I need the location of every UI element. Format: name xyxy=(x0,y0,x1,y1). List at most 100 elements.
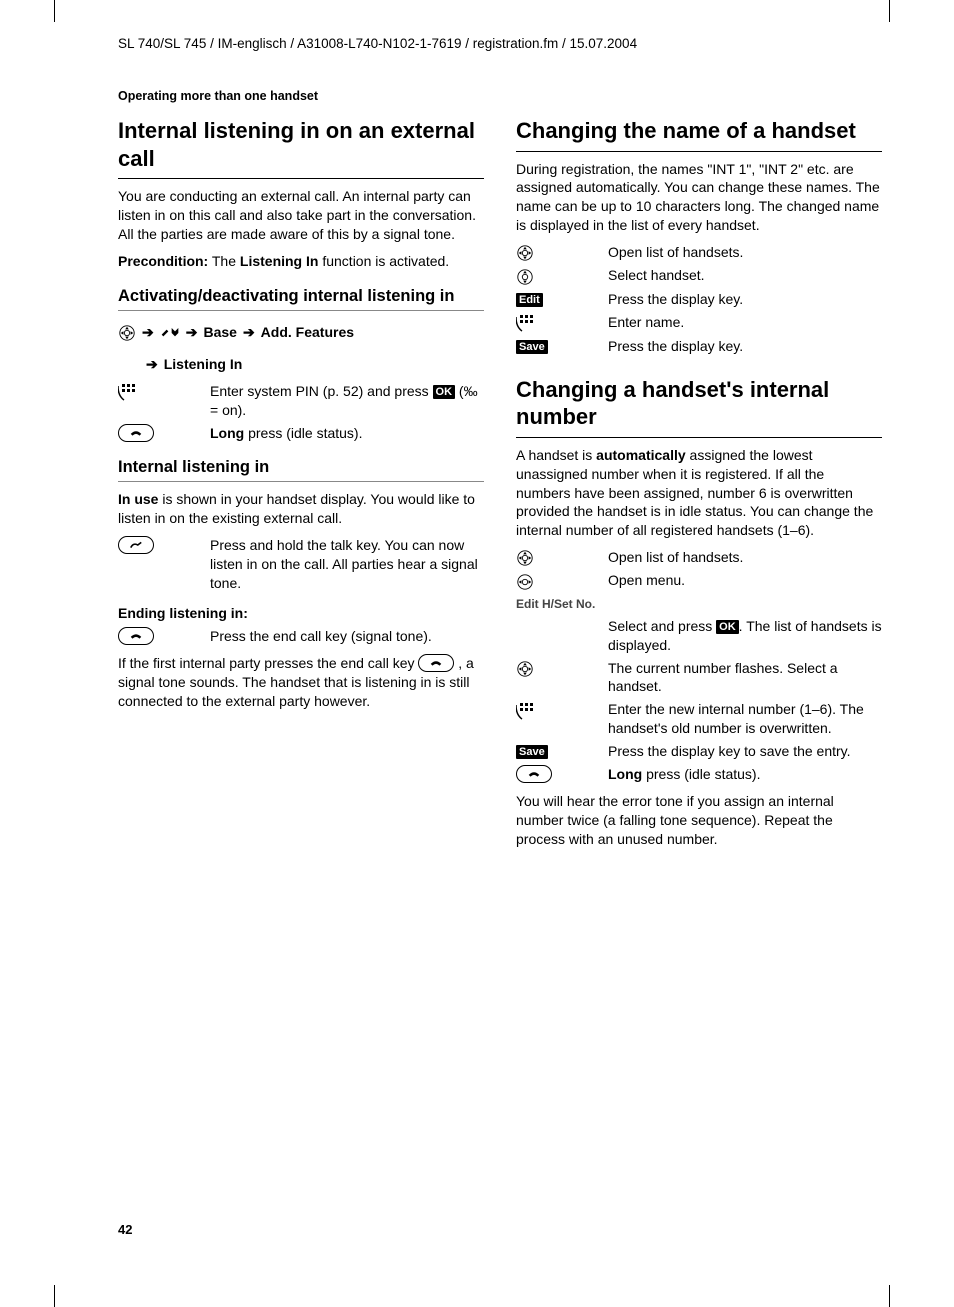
step-row: Open list of handsets. xyxy=(516,548,882,567)
step-text: Select and press OK. The list of handset… xyxy=(608,617,882,655)
step-row: Enter system PIN (p. 52) and press OK (‰… xyxy=(118,382,484,420)
section-title: Operating more than one handset xyxy=(118,89,882,103)
endcall-key-icon xyxy=(118,627,210,646)
keypad-icon xyxy=(118,382,210,420)
endcall-key-icon xyxy=(516,765,608,784)
long-label: Long xyxy=(210,425,244,441)
step-text: Enter name. xyxy=(608,313,882,333)
step-text: The current number flashes. Select a han… xyxy=(608,659,882,697)
content-columns: Internal listening in on an external cal… xyxy=(118,117,882,857)
step-text: Open list of handsets. xyxy=(608,548,882,567)
step-row: Select handset. xyxy=(516,266,882,285)
step-text: Press the display key to save the entry. xyxy=(608,742,882,761)
step-row: Press and hold the talk key. You can now… xyxy=(118,536,484,593)
long-label: Long xyxy=(608,766,642,782)
arrow-icon: ➔ xyxy=(186,319,198,346)
ok-key: OK xyxy=(433,385,456,399)
arrow-icon: ➔ xyxy=(142,319,154,346)
text: The xyxy=(208,253,240,269)
ok-key: OK xyxy=(716,620,739,634)
paragraph: A handset is automatically assigned the … xyxy=(516,446,882,540)
text: press (idle status). xyxy=(642,766,760,782)
keypad-icon xyxy=(516,313,608,333)
nav-key-icon xyxy=(516,659,608,697)
step-row: Long press (idle status). xyxy=(516,765,882,784)
paragraph: You are conducting an external call. An … xyxy=(118,187,484,244)
text: A handset is xyxy=(516,447,596,463)
step-row: Open list of handsets. xyxy=(516,243,882,262)
step-row: Press the end call key (signal tone). xyxy=(118,627,484,646)
step-row: Select and press OK. The list of handset… xyxy=(516,617,882,655)
crop-mark xyxy=(889,0,890,22)
nav-item-listening: Listening In xyxy=(164,351,243,378)
step-text: Press the display key. xyxy=(608,337,882,356)
paragraph: If the first internal party presses the … xyxy=(118,654,484,711)
heading-activating: Activating/deactivating internal listeni… xyxy=(118,287,484,311)
keypad-icon xyxy=(516,700,608,738)
text-bold: automatically xyxy=(596,447,685,463)
text: is shown in your handset display. You wo… xyxy=(118,491,475,526)
step-row: Open menu. xyxy=(516,571,882,590)
heading-changing-name: Changing the name of a handset xyxy=(516,117,882,152)
menu-path: ➔ ➔ Base ➔ Add. Features ➔ Listening In xyxy=(118,319,484,378)
nav-key-icon xyxy=(118,319,136,346)
step-text: Press and hold the talk key. You can now… xyxy=(210,536,484,593)
menu-item-edit-hset: Edit H/Set No. xyxy=(516,597,882,611)
left-column: Internal listening in on an external cal… xyxy=(118,117,484,857)
tools-icon xyxy=(160,319,180,346)
text: If the first internal party presses the … xyxy=(118,655,418,671)
text: Select and press xyxy=(608,618,716,634)
step-text: Enter system PIN (p. 52) and press OK (‰… xyxy=(210,382,484,420)
crop-mark xyxy=(54,0,55,22)
step-text: Open list of handsets. xyxy=(608,243,882,262)
paragraph: In use is shown in your handset display.… xyxy=(118,490,484,528)
paragraph: During registration, the names "INT 1", … xyxy=(516,160,882,236)
function-name: Listening In xyxy=(240,253,319,269)
edit-key: Edit xyxy=(516,293,543,307)
talk-key-icon xyxy=(118,536,210,593)
heading-ending: Ending listening in: xyxy=(118,605,484,621)
step-text: Select handset. xyxy=(608,266,882,285)
precondition: Precondition: The Listening In function … xyxy=(118,252,484,271)
text: press (idle status). xyxy=(244,425,362,441)
step-row: Edit Press the display key. xyxy=(516,290,882,309)
nav-key-icon xyxy=(516,571,608,590)
save-key: Save xyxy=(516,340,548,354)
page: SL 740/SL 745 / IM-englisch / A31008-L74… xyxy=(0,0,954,1307)
step-row: Enter the new internal number (1–6). The… xyxy=(516,700,882,738)
nav-key-icon xyxy=(516,548,608,567)
nav-item-base: Base xyxy=(203,319,236,346)
step-row: The current number flashes. Select a han… xyxy=(516,659,882,697)
arrow-icon: ➔ xyxy=(243,319,255,346)
text: Enter system PIN (p. 52) and press xyxy=(210,383,433,399)
step-text: Long press (idle status). xyxy=(608,765,882,784)
in-use-label: In use xyxy=(118,491,158,507)
step-row: Save Press the display key to save the e… xyxy=(516,742,882,761)
step-row: Long press (idle status). xyxy=(118,424,484,443)
nav-item-features: Add. Features xyxy=(261,319,354,346)
save-key: Save xyxy=(516,745,548,759)
step-text: Open menu. xyxy=(608,571,882,590)
heading-internal-listening-in: Internal listening in xyxy=(118,458,484,482)
precondition-label: Precondition: xyxy=(118,253,208,269)
step-text: Press the display key. xyxy=(608,290,882,309)
heading-internal-listening: Internal listening in on an external cal… xyxy=(118,117,484,179)
paragraph: You will hear the error tone if you assi… xyxy=(516,792,882,849)
nav-key-icon xyxy=(516,243,608,262)
step-text: Press the end call key (signal tone). xyxy=(210,627,484,646)
step-row: Enter name. xyxy=(516,313,882,333)
crop-mark xyxy=(889,1285,890,1307)
step-text: Enter the new internal number (1–6). The… xyxy=(608,700,882,738)
header-path: SL 740/SL 745 / IM-englisch / A31008-L74… xyxy=(118,36,882,51)
arrow-icon: ➔ xyxy=(146,351,158,378)
crop-mark xyxy=(54,1285,55,1307)
right-column: Changing the name of a handset During re… xyxy=(516,117,882,857)
text: function is activated. xyxy=(318,253,449,269)
step-text: Long press (idle status). xyxy=(210,424,484,443)
nav-key-icon xyxy=(516,266,608,285)
endcall-key-icon xyxy=(118,424,210,443)
heading-changing-number: Changing a handset's internal number xyxy=(516,376,882,438)
page-number: 42 xyxy=(118,1222,132,1237)
endcall-key-icon xyxy=(418,654,454,672)
step-row: Save Press the display key. xyxy=(516,337,882,356)
